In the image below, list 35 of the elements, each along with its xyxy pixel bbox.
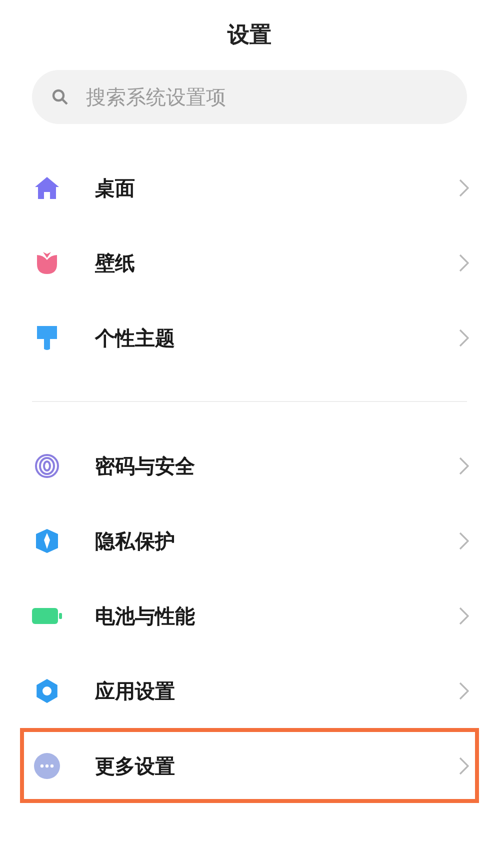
item-label: 隐私保护	[95, 528, 176, 554]
chevron-icon	[459, 456, 469, 474]
item-label: 电池与性能	[95, 602, 196, 630]
page-title: 设置	[228, 22, 272, 50]
item-label: 密码与安全	[95, 452, 196, 480]
chevron-icon	[459, 682, 469, 700]
search-field[interactable]: 搜索系统设置项	[32, 70, 467, 124]
chevron-icon	[459, 328, 469, 346]
settings-item[interactable]: 电池与性能	[0, 578, 499, 653]
paint-brush-icon	[36, 324, 58, 350]
gear-icon	[34, 678, 60, 704]
settings-item[interactable]: 隐私保护	[0, 503, 499, 578]
item-label: 应用设置	[95, 678, 176, 704]
settings-item[interactable]: 壁纸	[0, 225, 499, 300]
battery-icon	[32, 606, 62, 624]
fingerprint-icon	[34, 452, 60, 478]
settings-item[interactable]: 密码与安全	[0, 428, 499, 503]
chevron-icon	[459, 178, 469, 196]
more-icon	[34, 752, 60, 778]
item-label: 壁纸	[95, 250, 136, 276]
chevron-icon	[459, 756, 469, 774]
chevron-icon	[459, 254, 469, 272]
settings-item[interactable]: 个性主题	[0, 300, 499, 375]
settings-item[interactable]: 桌面	[0, 150, 499, 225]
item-label: 个性主题	[95, 324, 176, 352]
chevron-icon	[459, 606, 469, 624]
tulip-icon	[35, 250, 59, 274]
item-label: 桌面	[95, 174, 136, 202]
settings-item[interactable]: 更多设置	[20, 728, 479, 803]
settings-item[interactable]: 应用设置	[0, 653, 499, 728]
shield-icon	[35, 528, 59, 554]
item-label: 更多设置	[95, 752, 176, 780]
chevron-icon	[459, 532, 469, 550]
search-icon	[52, 89, 68, 105]
house-icon	[34, 176, 60, 200]
